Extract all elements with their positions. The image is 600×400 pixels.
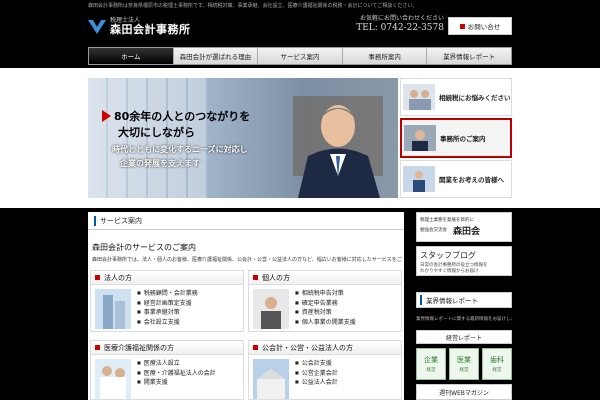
site-logo[interactable]: 税理士法人 森田会計事務所 bbox=[88, 14, 191, 40]
tile-title: 歯科 bbox=[490, 356, 504, 364]
nav-item-reasons[interactable]: 森田会計が選ばれる理由 bbox=[174, 48, 259, 64]
side-tab-inheritance[interactable]: 相続税にお悩みください bbox=[400, 78, 512, 116]
public-building-image bbox=[253, 359, 289, 399]
web-magazine-button[interactable]: 週刊WEBマガジン bbox=[416, 384, 512, 400]
bullet-icon bbox=[253, 275, 258, 280]
service-card-individual[interactable]: 個人の方 相続税申告対策 確定申告業務 資産税対策 個人事業の開業支援 bbox=[248, 270, 402, 332]
tile-title: 医業 bbox=[457, 356, 471, 364]
nav-item-home[interactable]: ホーム bbox=[89, 48, 174, 64]
sidebar: 税理士業務を発展を目的に 勉強会交流会 森田会 スタッフブログ 日常の会計事務所… bbox=[416, 212, 512, 400]
report-heading-text: 業界情報レポート bbox=[426, 297, 478, 305]
section-heading: サービス案内 bbox=[88, 212, 404, 230]
keiei-report-button[interactable]: 経営レポート bbox=[416, 330, 512, 344]
list-item[interactable]: 相続税申告対策 bbox=[295, 289, 356, 299]
list-item[interactable]: 事業承継対策 bbox=[137, 308, 198, 318]
list-item[interactable]: 税務顧問・会計業務 bbox=[137, 289, 198, 299]
tile-corporate[interactable]: 企業 経営 bbox=[416, 348, 446, 380]
service-card-medical[interactable]: 医療介護福祉関係の方 医療法人設立 医療・介護福祉法人の会計 開業支援 bbox=[90, 340, 244, 400]
card-title: 公会計・公営・公益法人の方 bbox=[262, 343, 353, 352]
nav-item-report[interactable]: 業界情報レポート bbox=[427, 48, 511, 64]
hero-portrait-image bbox=[293, 96, 383, 198]
morita-kai-banner[interactable]: 税理士業務を発展を目的に 勉強会交流会 森田会 bbox=[416, 212, 512, 242]
report-note: 業界情報レポートに関する最新情報をお届けします。 bbox=[416, 317, 512, 322]
nav-item-services[interactable]: サービス案内 bbox=[258, 48, 343, 64]
list-item[interactable]: 医療・介護福祉法人の会計 bbox=[137, 369, 216, 379]
office-thumb-image bbox=[404, 125, 436, 151]
list-item[interactable]: 会社設立支援 bbox=[137, 318, 198, 328]
list-item[interactable]: 公益法人会計 bbox=[295, 378, 338, 388]
service-card-public[interactable]: 公会計・公営・公益法人の方 公会計支援 公営企業会計 公益法人会計 bbox=[248, 340, 402, 400]
bullet-icon bbox=[95, 275, 100, 280]
nav-item-office[interactable]: 事務所案内 bbox=[343, 48, 428, 64]
tile-title: 企業 bbox=[424, 356, 438, 364]
list-item[interactable]: 医療法人設立 bbox=[137, 359, 216, 369]
banner-subtitle-2: 勉強会交流会 bbox=[420, 228, 447, 233]
side-tab-label: 開業をお考えの皆様へ bbox=[439, 176, 504, 184]
list-item[interactable]: 資産税対策 bbox=[295, 308, 356, 318]
tile-dental[interactable]: 歯科 経営 bbox=[482, 348, 512, 380]
hero-side-tabs: 相続税にお悩みください 事務所のご案内 開業をお考えの皆様へ bbox=[400, 78, 512, 198]
banner-title: 森田会 bbox=[453, 227, 481, 237]
list-item[interactable]: 公会計支援 bbox=[295, 359, 338, 369]
inquiry-label: お問い合せ bbox=[467, 23, 501, 31]
bullet-icon bbox=[459, 23, 465, 29]
list-item[interactable]: 確定申告業務 bbox=[295, 299, 356, 309]
site-tagline: 森田会計事務所は奈良県橿原市の税理士事務所です。相続税対策、事業承継、会社設立、… bbox=[88, 3, 418, 9]
side-tab-label: 相続税にお悩みください bbox=[439, 94, 511, 102]
contact-label: お気軽にお問い合わせください bbox=[359, 15, 444, 22]
section-title: サービス案内 bbox=[100, 216, 142, 225]
side-tab-startup[interactable]: 開業をお考えの皆様へ bbox=[400, 160, 512, 198]
inheritance-thumb-image bbox=[403, 84, 435, 110]
banner-subtitle: 税理士業務を発展を目的に bbox=[420, 218, 474, 223]
list-item[interactable]: 個人事業の開業支援 bbox=[295, 318, 356, 328]
blog-title: スタッフブログ bbox=[420, 251, 476, 260]
medical-staff-image bbox=[95, 359, 131, 399]
hero-headline-2: 大切にしながら bbox=[118, 126, 195, 139]
staff-blog-banner[interactable]: スタッフブログ 日常の会計事務所の役立つ情報を わかりやすく情報からお届け bbox=[416, 246, 512, 276]
bullet-icon bbox=[95, 345, 100, 350]
hero-headline-1-text: 80余年の人とのつながりを bbox=[114, 110, 251, 123]
hero-subline-2: 企業の発展を支えます bbox=[120, 159, 200, 168]
logo-name: 森田会計事務所 bbox=[110, 23, 191, 37]
building-image bbox=[95, 289, 131, 329]
list-item[interactable]: 公営企業会計 bbox=[295, 369, 338, 379]
inquiry-button[interactable]: お問い合せ bbox=[448, 17, 512, 35]
service-card-corporate[interactable]: 法人の方 税務顧問・会計業務 経営計画策定支援 事業承継対策 会社設立支援 bbox=[90, 270, 244, 332]
side-tab-office[interactable]: 事務所のご案内 bbox=[400, 118, 512, 158]
play-triangle-icon bbox=[102, 110, 111, 122]
blog-desc-2: わかりやすく情報からお届け bbox=[420, 269, 479, 274]
startup-thumb-image bbox=[403, 166, 435, 192]
side-tab-label: 事務所のご案内 bbox=[440, 135, 486, 143]
heading-bar-icon bbox=[420, 295, 422, 305]
hero-headline-1: 80余年の人とのつながりを bbox=[102, 108, 250, 124]
tile-sub: 経営 bbox=[426, 368, 436, 373]
report-tiles: 企業 経営 医業 経営 歯科 経営 bbox=[416, 348, 512, 380]
tile-sub: 経営 bbox=[459, 368, 469, 373]
intro-text: 森田会計事務所では、法人・個人のお客様、医療介護福祉関係、公会計・公営・公益法人… bbox=[92, 257, 402, 263]
tile-medical[interactable]: 医業 経営 bbox=[449, 348, 479, 380]
main-content: サービス案内 森田会計のサービスのご案内 森田会計事務所では、法人・個人のお客様… bbox=[88, 212, 404, 400]
card-title: 医療介護福祉関係の方 bbox=[104, 343, 174, 352]
bullet-icon bbox=[253, 345, 258, 350]
intro-title: 森田会計のサービスのご案内 bbox=[92, 243, 196, 252]
tile-sub: 経営 bbox=[492, 368, 502, 373]
card-title: 個人の方 bbox=[262, 273, 290, 282]
hero-subline-1: 時代とともに変化するニーズに対応し bbox=[112, 145, 248, 154]
contact-block: お気軽にお問い合わせください TEL: 0742-22-3578 bbox=[352, 15, 444, 34]
person-image bbox=[253, 289, 289, 329]
heading-bar-icon bbox=[94, 215, 96, 226]
global-nav: ホーム 森田会計が選ばれる理由 サービス案内 事務所案内 業界情報レポート bbox=[88, 47, 512, 65]
card-title: 法人の方 bbox=[104, 273, 132, 282]
header: 税理士法人 森田会計事務所 お気軽にお問い合わせください TEL: 0742-2… bbox=[0, 10, 600, 42]
list-item[interactable]: 経営計画策定支援 bbox=[137, 299, 198, 309]
contact-phone[interactable]: TEL: 0742-22-3578 bbox=[352, 23, 444, 35]
report-heading: 業界情報レポート bbox=[416, 292, 512, 308]
list-item[interactable]: 開業支援 bbox=[137, 378, 216, 388]
logo-icon bbox=[88, 20, 106, 34]
hero-slider[interactable]: 80余年の人とのつながりを 大切にしながら 時代とともに変化するニーズに対応し … bbox=[88, 78, 398, 198]
